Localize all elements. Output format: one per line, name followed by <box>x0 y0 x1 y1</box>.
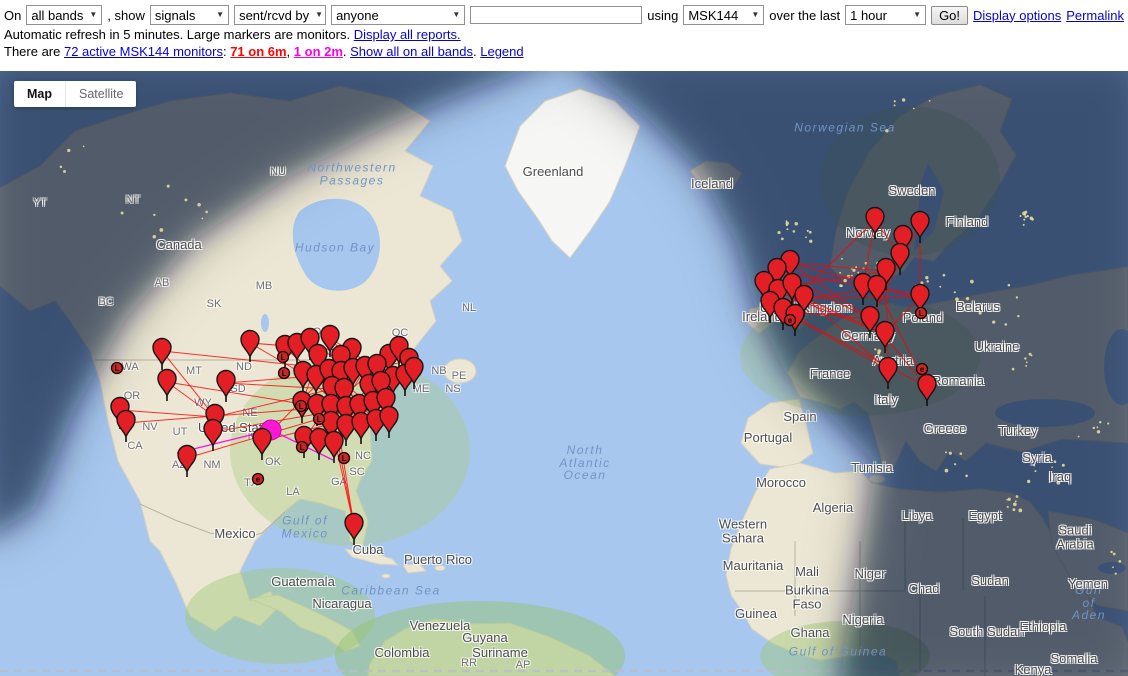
chevron-down-icon: ▼ <box>216 11 224 19</box>
show-mode-value: signals <box>155 8 195 23</box>
active-monitors-link[interactable]: 72 active MSK144 monitors <box>64 44 223 59</box>
display-all-reports-link[interactable]: Display all reports. <box>354 27 461 42</box>
report-marker[interactable]: e <box>785 315 796 326</box>
direction-value: sent/rcvd by <box>239 8 309 23</box>
show-mode-select[interactable]: signals ▼ <box>150 5 229 25</box>
report-marker[interactable]: L <box>339 453 350 464</box>
report-marker[interactable]: L <box>278 352 289 363</box>
report-marker[interactable]: e <box>253 474 264 485</box>
comma: , <box>287 44 294 59</box>
island-newfoundland <box>444 359 476 383</box>
report-marker[interactable]: L <box>296 401 307 412</box>
map-view-button[interactable]: Map <box>14 81 65 107</box>
svg-text:L: L <box>282 369 287 378</box>
island-jamaica <box>382 574 390 578</box>
svg-text:L: L <box>300 443 305 452</box>
svg-text:L: L <box>115 364 120 373</box>
mode-value: MSK144 <box>688 8 738 23</box>
over-last-label: over the last <box>769 8 840 23</box>
go-button[interactable]: Go! <box>931 6 968 25</box>
svg-text:e: e <box>788 316 793 325</box>
svg-text:L: L <box>317 415 322 424</box>
svg-text:e: e <box>256 475 261 484</box>
refresh-status-text: Automatic refresh in 5 minutes. Large ma… <box>4 27 354 42</box>
monitors-6m-link[interactable]: 71 on 6m <box>230 44 286 59</box>
chevron-down-icon: ▼ <box>89 11 97 19</box>
svg-text:L: L <box>342 454 347 463</box>
chevron-down-icon: ▼ <box>315 11 323 19</box>
report-marker[interactable]: L <box>314 414 325 425</box>
display-options-link[interactable]: Display options <box>973 8 1061 23</box>
permalink-link[interactable]: Permalink <box>1066 8 1124 23</box>
legend-link[interactable]: Legend <box>480 44 523 59</box>
svg-text:L: L <box>299 402 304 411</box>
satellite-view-button[interactable]: Satellite <box>65 81 136 107</box>
report-marker[interactable]: L <box>112 363 123 374</box>
map-type-control: Map Satellite <box>14 81 136 107</box>
chevron-down-icon: ▼ <box>913 11 921 19</box>
band-select[interactable]: all bands ▼ <box>26 5 102 25</box>
direction-select[interactable]: sent/rcvd by ▼ <box>234 5 326 25</box>
mode-select[interactable]: MSK144 ▼ <box>683 5 764 25</box>
monitors-2m-link[interactable]: 1 on 2m <box>294 44 343 59</box>
show-all-bands-link[interactable]: Show all on all bands <box>350 44 473 59</box>
report-marker[interactable]: L <box>916 308 927 319</box>
monitors-prefix: There are <box>4 44 64 59</box>
on-label: On <box>4 8 21 23</box>
chevron-down-icon: ▼ <box>751 11 759 19</box>
report-marker[interactable]: L <box>279 368 290 379</box>
callsign-input[interactable] <box>470 6 642 24</box>
using-label: using <box>647 8 678 23</box>
timespan-select[interactable]: 1 hour ▼ <box>845 5 926 25</box>
who-select[interactable]: anyone ▼ <box>331 5 465 25</box>
svg-text:e: e <box>920 365 925 374</box>
show-label: , show <box>107 8 145 23</box>
report-marker[interactable]: e <box>917 364 928 375</box>
svg-text:L: L <box>281 353 286 362</box>
svg-text:L: L <box>919 309 924 318</box>
report-marker[interactable]: L <box>297 442 308 453</box>
band-select-value: all bands <box>31 8 83 23</box>
world-map[interactable]: Norwegian SeaNorthwestern PassagesHudson… <box>0 71 1128 676</box>
timespan-value: 1 hour <box>850 8 887 23</box>
toolbar: On all bands ▼ , show signals ▼ sent/rcvd … <box>0 0 1128 71</box>
island-puerto-rico <box>435 566 445 571</box>
chevron-down-icon: ▼ <box>452 11 460 19</box>
who-value: anyone <box>336 8 379 23</box>
